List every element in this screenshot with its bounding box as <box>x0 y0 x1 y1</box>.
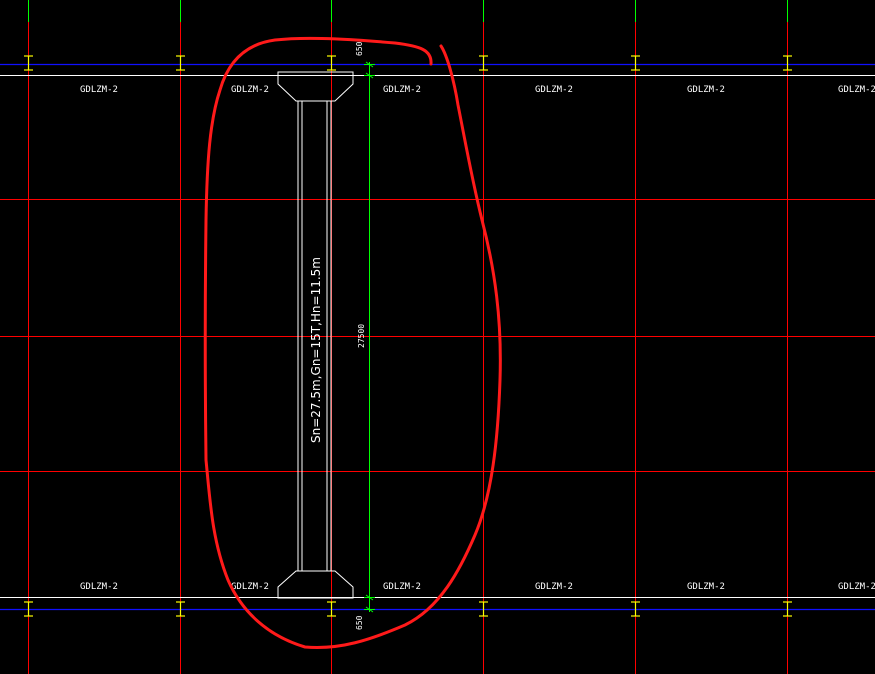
column-label: GDLZM-2 <box>383 85 421 95</box>
top-rail <box>0 63 875 76</box>
top-column-labels: GDLZM-2 GDLZM-2 GDLZM-2 GDLZM-2 GDLZM-2 … <box>80 85 875 95</box>
column-label: GDLZM-2 <box>231 85 269 95</box>
markup-highlight-loop <box>203 36 502 650</box>
column-label: GDLZM-2 <box>687 85 725 95</box>
horizontal-grid-lines <box>0 199 875 472</box>
cad-drawing-canvas[interactable]: GDLZM-2 GDLZM-2 GDLZM-2 GDLZM-2 GDLZM-2 … <box>0 0 875 674</box>
column-label: GDLZM-2 <box>535 85 573 95</box>
column-marker <box>24 55 33 71</box>
column-marker <box>479 55 488 71</box>
column-label: GDLZM-2 <box>535 582 573 592</box>
bottom-column-labels: GDLZM-2 GDLZM-2 GDLZM-2 GDLZM-2 GDLZM-2 … <box>80 582 875 592</box>
column-label: GDLZM-2 <box>80 85 118 95</box>
column-marker <box>176 55 185 71</box>
column-label: GDLZM-2 <box>687 582 725 592</box>
dimension-top-offset: 650 <box>355 41 364 56</box>
dimension-bottom-offset: 650 <box>355 615 364 630</box>
column-label: GDLZM-2 <box>80 582 118 592</box>
crane-spec-label: Sn=27.5m,Gn=15T,Hn=11.5m <box>309 257 323 443</box>
column-label: GDLZM-2 <box>231 582 269 592</box>
column-marker <box>631 55 640 71</box>
column-marker <box>327 55 336 71</box>
column-label: GDLZM-2 <box>838 582 875 592</box>
column-marker <box>783 55 792 71</box>
column-label: GDLZM-2 <box>383 582 421 592</box>
green-axis-stubs <box>28 0 788 22</box>
column-label: GDLZM-2 <box>838 85 875 95</box>
crane-end-carriage-bottom <box>277 570 354 599</box>
crane-end-carriage-top <box>277 71 354 102</box>
top-column-markers <box>24 55 792 71</box>
dimension-span: 27500 <box>357 324 366 348</box>
